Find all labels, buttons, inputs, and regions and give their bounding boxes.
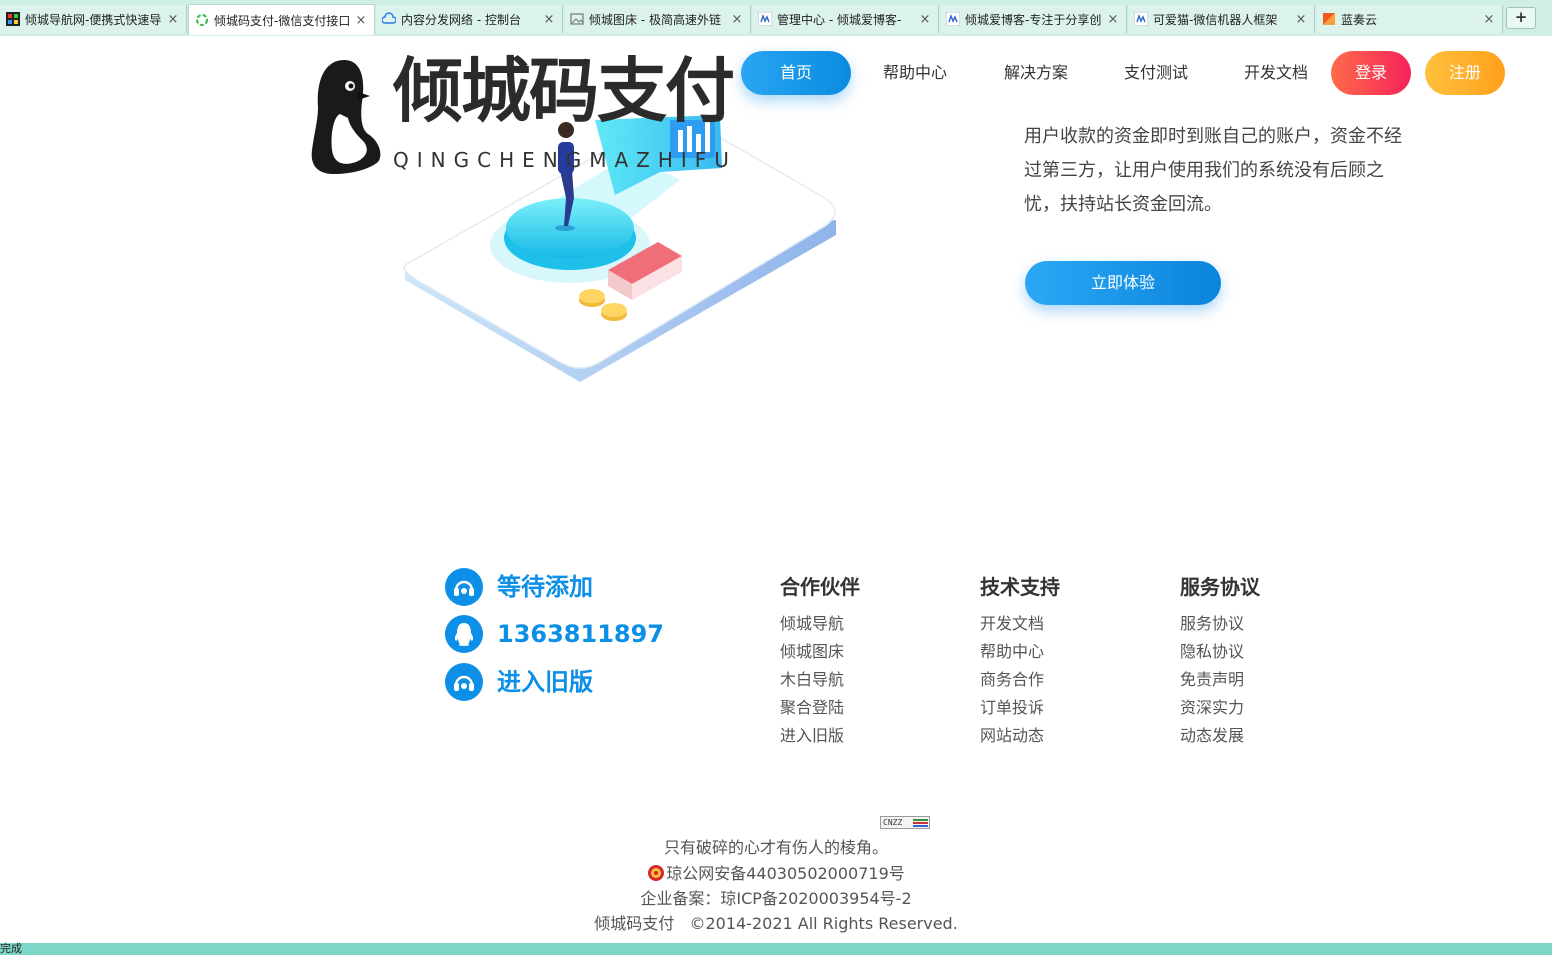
close-icon[interactable]: × xyxy=(918,12,932,27)
footer-link[interactable]: 免责声明 xyxy=(1180,666,1320,694)
police-record-row: 琼公网安备44030502000719号 xyxy=(0,864,1552,884)
penguin-icon xyxy=(311,60,381,174)
image-favicon-icon xyxy=(570,12,584,26)
footer-link[interactable]: 开发文档 xyxy=(980,610,1120,638)
footer-motto: 只有破碎的心才有伤人的棱角。 xyxy=(663,838,888,857)
tab-title: 倾城图床 - 极简高速外链 xyxy=(589,12,721,27)
tab-title: 蓝奏云 xyxy=(1341,12,1378,27)
copyright: 倾城码支付 ©2014-2021 All Rights Reserved. xyxy=(594,914,958,933)
headset-icon xyxy=(445,568,483,606)
login-button[interactable]: 登录 xyxy=(1331,51,1411,95)
contact-text: 等待添加 xyxy=(497,573,593,601)
footer-link[interactable]: 倾城导航 xyxy=(780,610,920,638)
nav-pay-test[interactable]: 支付测试 xyxy=(1104,51,1208,95)
tab-title: 倾城爱博客-专注于分享创 xyxy=(965,12,1102,27)
close-icon[interactable]: × xyxy=(166,12,180,27)
footer-link[interactable]: 资深实力 xyxy=(1180,694,1320,722)
status-text: 完成 xyxy=(0,942,22,955)
close-icon[interactable]: × xyxy=(354,13,368,28)
cnzz-bars-icon xyxy=(913,819,928,827)
column-title: 合作伙伴 xyxy=(780,575,860,599)
contact-text: 1363811897 xyxy=(497,620,664,648)
browser-tab[interactable]: 可爱猫-微信机器人框架 × xyxy=(1128,5,1315,33)
icp-record[interactable]: 企业备案：琼ICP备2020003954号-2 xyxy=(0,889,1552,909)
nav-dev-docs[interactable]: 开发文档 xyxy=(1224,51,1328,95)
footer-link[interactable]: 木白导航 xyxy=(780,666,920,694)
close-icon[interactable]: × xyxy=(1294,12,1308,27)
police-badge-icon xyxy=(648,865,665,881)
footer-link[interactable]: 商务合作 xyxy=(980,666,1120,694)
footer-link[interactable]: 聚合登陆 xyxy=(780,694,920,722)
tab-title: 可爱猫-微信机器人框架 xyxy=(1153,12,1278,27)
police-record-link[interactable]: 琼公网安备44030502000719号 xyxy=(666,864,905,883)
lanzou-favicon-icon xyxy=(1322,12,1336,26)
column-title: 技术支持 xyxy=(980,575,1060,599)
footer-column-agreements: 服务协议 服务协议 隐私协议 免责声明 资深实力 动态发展 xyxy=(1180,572,1320,750)
close-icon[interactable]: × xyxy=(1482,12,1496,27)
browser-tab[interactable]: 倾城图床 - 极简高速外链 × xyxy=(564,5,751,33)
browser-tab-active[interactable]: 倾城码支付-微信支付接口 × xyxy=(188,4,375,35)
nav-help-center[interactable]: 帮助中心 xyxy=(863,51,967,95)
contact-text: 进入旧版 xyxy=(497,668,593,696)
tab-title: 倾城导航网-便携式快速导 xyxy=(25,12,162,27)
footer-link[interactable]: 帮助中心 xyxy=(980,638,1120,666)
tab-title: 倾城码支付-微信支付接口 xyxy=(214,13,351,28)
browser-tab[interactable]: 蓝奏云 × xyxy=(1316,5,1503,33)
browser-tab[interactable]: 倾城爱博客-专注于分享创 × xyxy=(940,5,1127,33)
footer-link[interactable]: 倾城图床 xyxy=(780,638,920,666)
logo-title: 倾城码支付 xyxy=(393,50,735,132)
footer-link[interactable]: 隐私协议 xyxy=(1180,638,1320,666)
browser-tab[interactable]: 倾城导航网-便携式快速导 × xyxy=(0,5,187,33)
footer-link[interactable]: 进入旧版 xyxy=(780,722,920,750)
blog-favicon-icon xyxy=(945,11,961,27)
column-title: 服务协议 xyxy=(1180,575,1260,599)
qq-icon xyxy=(445,615,483,653)
close-icon[interactable]: × xyxy=(1106,12,1120,27)
browser-tab[interactable]: 管理中心 - 倾城爱博客- × xyxy=(752,5,939,33)
browser-status-bar: 完成 xyxy=(0,942,1552,955)
tab-title: 内容分发网络 - 控制台 xyxy=(401,12,521,27)
footer-column-support: 技术支持 开发文档 帮助中心 商务合作 订单投诉 网站动态 xyxy=(980,572,1120,750)
footer-link[interactable]: 网站动态 xyxy=(980,722,1120,750)
tab-title: 管理中心 - 倾城爱博客- xyxy=(777,12,902,27)
close-icon[interactable]: × xyxy=(730,12,744,27)
loading-favicon-icon xyxy=(195,13,209,27)
try-now-button[interactable]: 立即体验 xyxy=(1025,261,1221,305)
close-icon[interactable]: × xyxy=(542,12,556,27)
cloud-favicon-icon xyxy=(381,12,397,26)
hero-description: 用户收款的资金即时到账自己的账户，资金不经过第三方，让用户使用我们的系统没有后顾… xyxy=(1024,126,1402,215)
register-button[interactable]: 注册 xyxy=(1425,51,1505,95)
grid-favicon-icon xyxy=(6,12,20,26)
new-tab-button[interactable]: + xyxy=(1506,7,1536,29)
cnzz-label: CNZZ xyxy=(883,818,903,827)
footer-link[interactable]: 动态发展 xyxy=(1180,722,1320,750)
blog-favicon-icon xyxy=(1133,11,1149,27)
blog-favicon-icon xyxy=(757,11,773,27)
nav-home[interactable]: 首页 xyxy=(741,51,851,95)
footer-link[interactable]: 订单投诉 xyxy=(980,694,1120,722)
nav-solutions[interactable]: 解决方案 xyxy=(984,51,1088,95)
footer-column-partners: 合作伙伴 倾城导航 倾城图床 木白导航 聚合登陆 进入旧版 xyxy=(780,572,920,750)
browser-tab[interactable]: 内容分发网络 - 控制台 × xyxy=(376,5,563,33)
footer-link[interactable]: 服务协议 xyxy=(1180,610,1320,638)
cnzz-badge[interactable]: CNZZ xyxy=(880,816,930,829)
logo-subtitle: QINGCHENGMAZHIFU xyxy=(393,148,737,172)
site-logo[interactable]: 倾城码支付 QINGCHENGMAZHIFU xyxy=(310,56,735,181)
headset-icon xyxy=(445,663,483,701)
browser-tab-strip: 倾城导航网-便携式快速导 × 倾城码支付-微信支付接口 × 内容分发网络 - 控… xyxy=(0,0,1552,36)
